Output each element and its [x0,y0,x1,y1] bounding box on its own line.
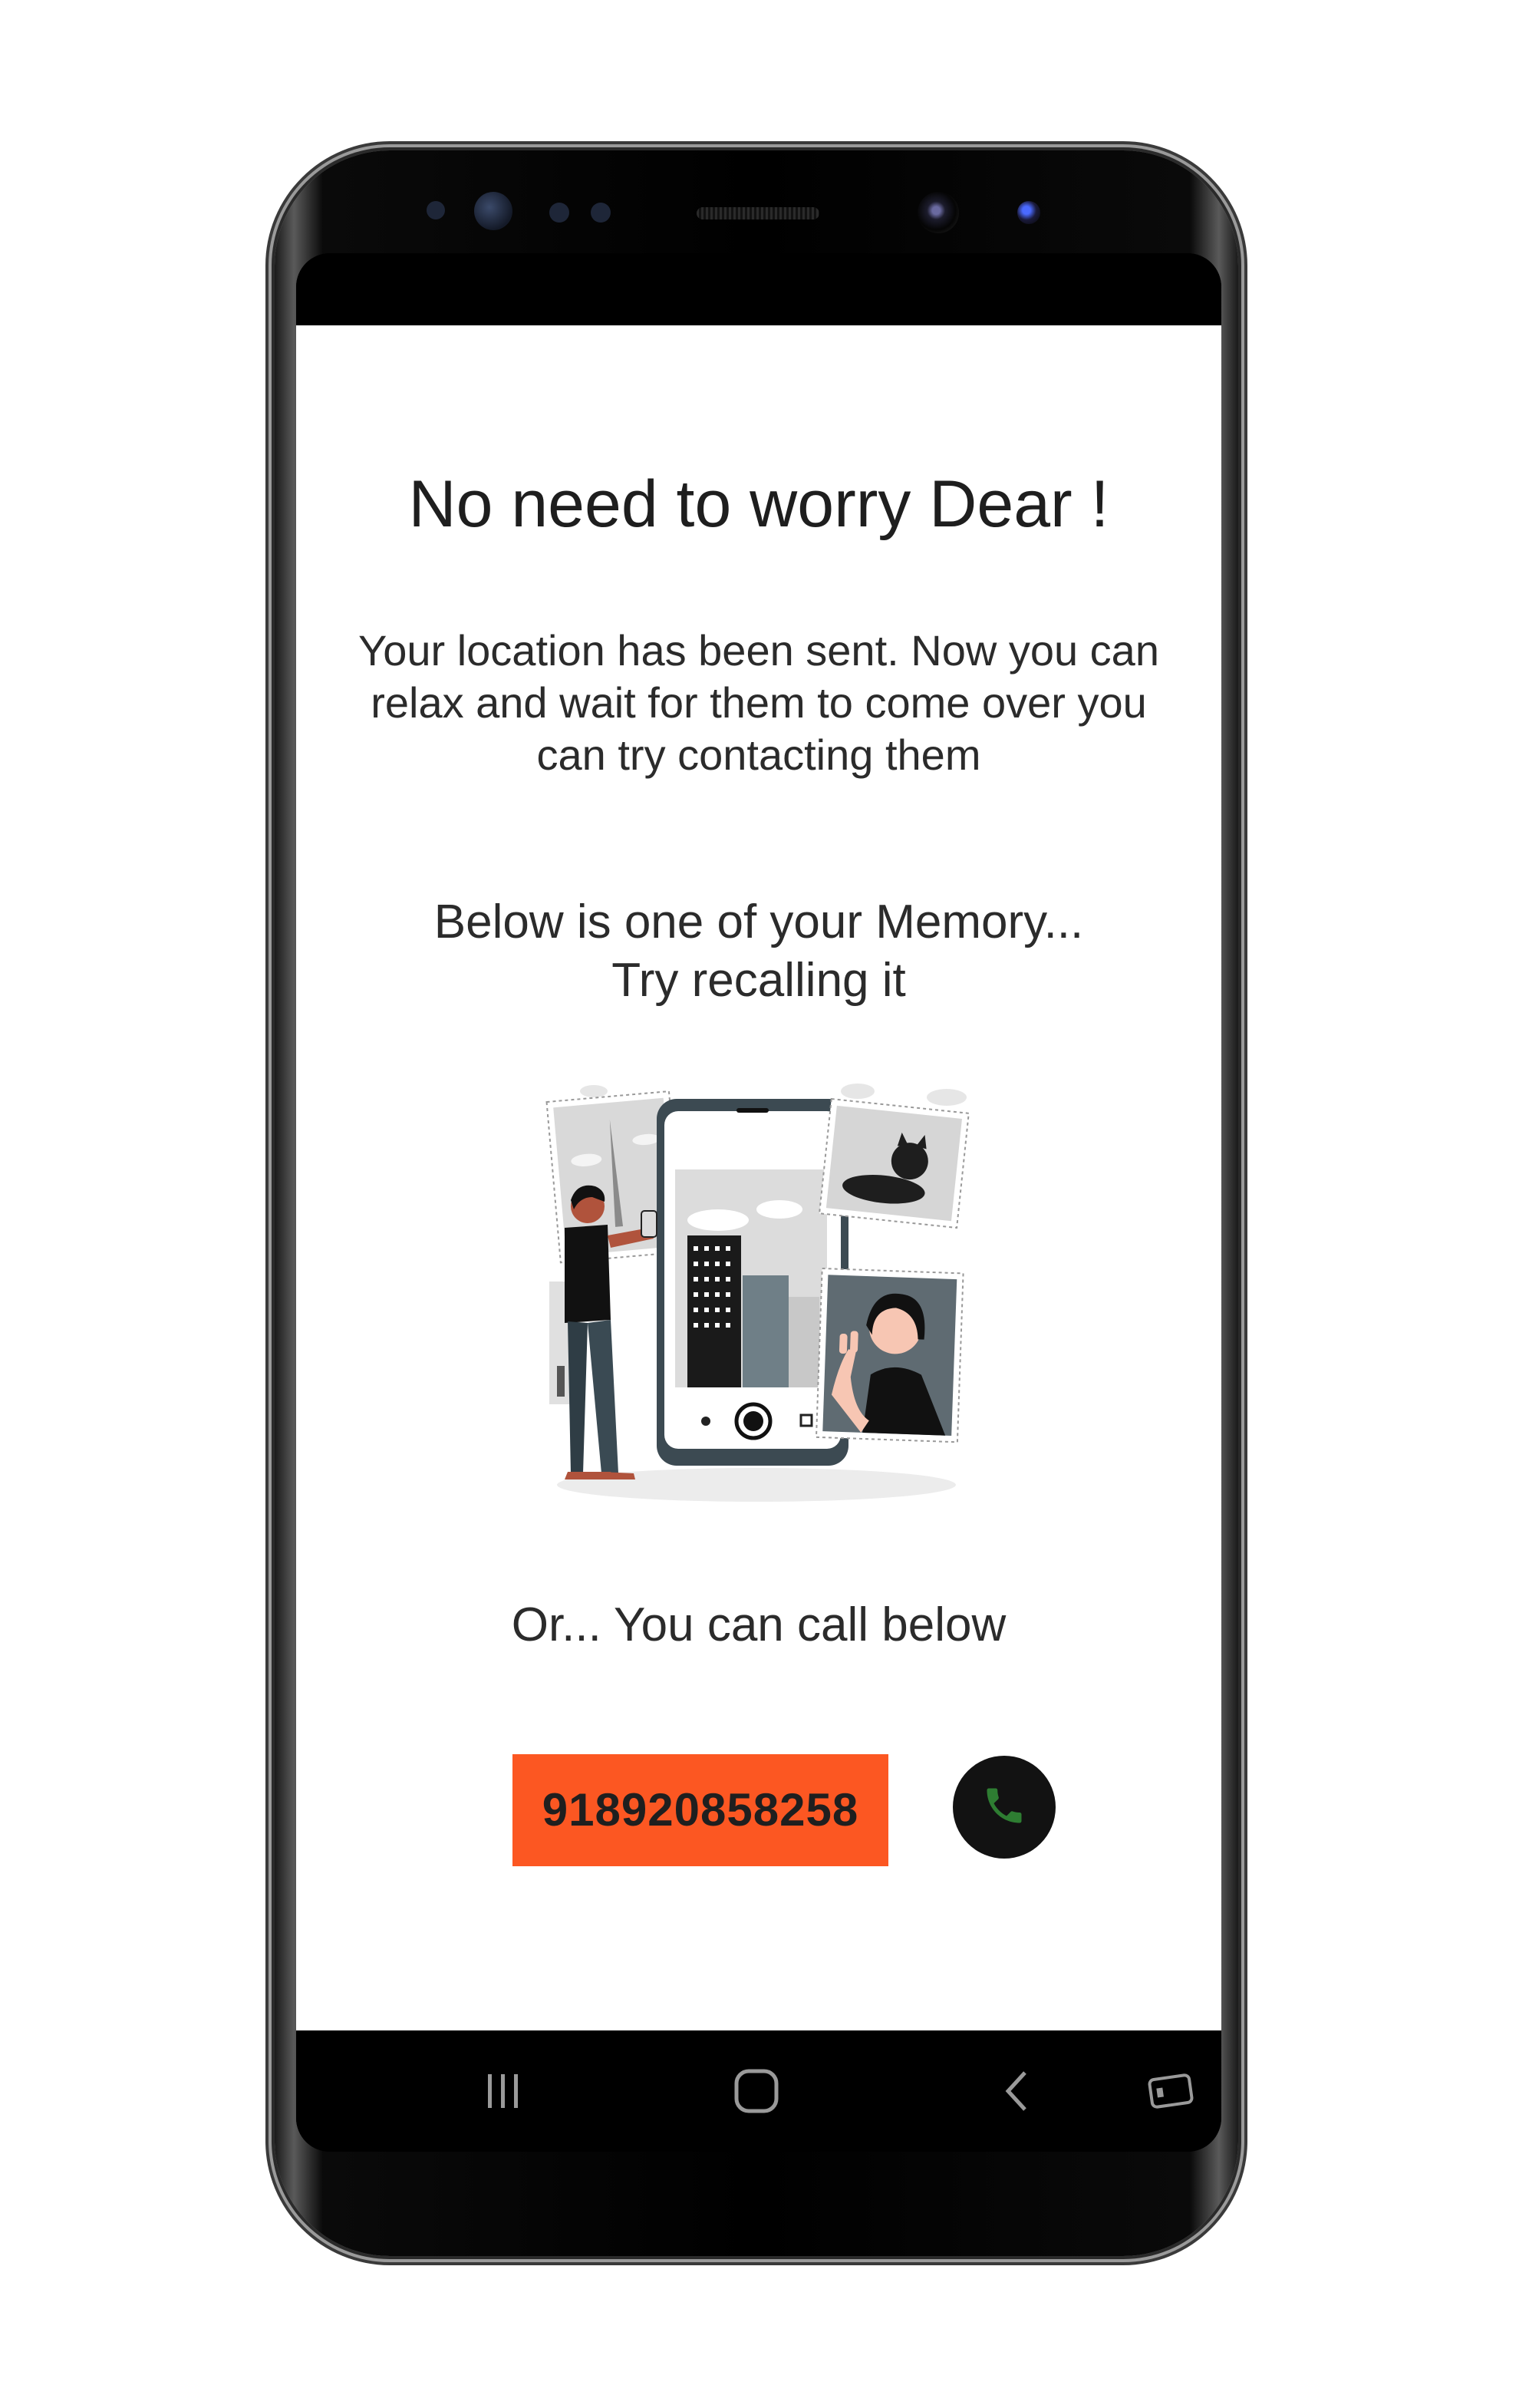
iris-scanner-icon [474,192,512,230]
recent-apps-icon [488,2074,518,2108]
phone-icon [981,1783,1027,1832]
app-content: No need to worry Dear ! Your location ha… [296,325,1221,2030]
sensor-icon [591,203,611,223]
memory-prompt-line2: Try recalling it [611,954,906,1007]
sensor-icon [549,203,569,223]
navigation-bar [296,2030,1221,2152]
back-icon [1005,2071,1026,2111]
recent-apps-button[interactable] [473,2064,534,2118]
home-icon [734,2069,779,2113]
phone-screen: No need to worry Dear ! Your location ha… [296,253,1221,2152]
page-title: No need to worry Dear ! [408,467,1109,541]
proximity-sensor-icon [427,201,445,219]
phone-number-button[interactable]: 918920858258 [512,1754,888,1866]
rotate-screen-icon [1148,2073,1194,2109]
rotate-screen-button[interactable] [1140,2064,1201,2118]
back-button[interactable] [987,2064,1048,2118]
memory-illustration [534,1074,994,1504]
call-prompt: Or... You can call below [511,1598,1007,1651]
home-button[interactable] [726,2064,787,2118]
location-sent-message: Your location has been sent. Now you can… [358,626,1159,779]
call-button[interactable] [953,1756,1056,1859]
status-bar [296,253,1221,325]
front-camera-icon [918,192,959,233]
earpiece-speaker [697,207,819,219]
iris-camera-icon [1017,201,1040,224]
memory-prompt-line1: Below is one of your Memory... [433,896,1084,948]
memory-prompt: Below is one of your Memory... Try recal… [342,893,1175,1010]
